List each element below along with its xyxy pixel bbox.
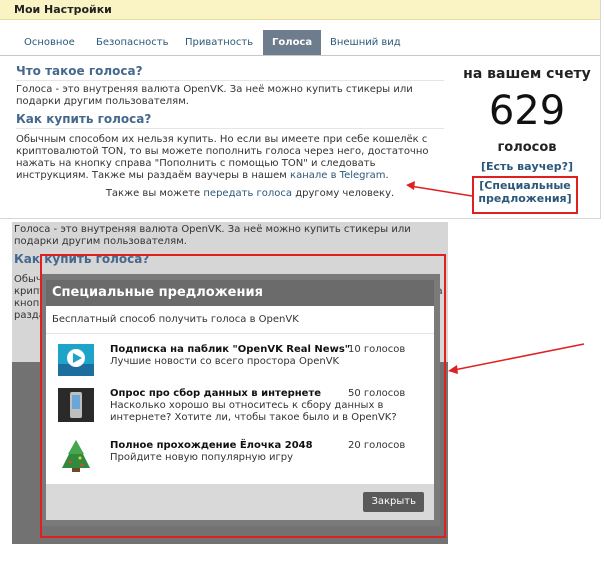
tab-privacy[interactable]: Приватность bbox=[185, 30, 253, 55]
voucher-link[interactable]: [Есть ваучер?] bbox=[452, 160, 602, 173]
how-buy-heading: Как купить голоса? bbox=[16, 112, 152, 126]
telegram-channel-link[interactable]: канале в Telegram bbox=[290, 170, 385, 181]
special-offers-link-line1: [Специальные bbox=[479, 179, 571, 192]
divider bbox=[16, 80, 444, 81]
settings-panel: Мои Настройки Основное Безопасность Прив… bbox=[0, 0, 601, 219]
tab-security[interactable]: Безопасность bbox=[96, 30, 169, 55]
tab-appearance[interactable]: Внешний вид bbox=[330, 30, 401, 55]
modal-highlight bbox=[40, 254, 446, 538]
balance-amount: 629 bbox=[488, 88, 566, 134]
special-offers-link[interactable]: [Специальные предложения] bbox=[472, 179, 578, 205]
tab-main[interactable]: Основное bbox=[24, 30, 75, 55]
divider bbox=[16, 128, 444, 129]
annotation-arrow-right bbox=[448, 343, 585, 374]
transfer-pre: Также вы можете bbox=[105, 188, 201, 199]
transfer-post: другому человеку. bbox=[295, 188, 395, 199]
what-votes-heading: Что такое голоса? bbox=[16, 64, 143, 78]
how-buy-text: Обычным способом их нельзя купить. Но ес… bbox=[16, 134, 448, 182]
special-offers-link-line2: предложения] bbox=[478, 192, 572, 205]
how-buy-text-end: . bbox=[385, 170, 389, 181]
annotation-arrow-top bbox=[406, 181, 473, 197]
balance-title: на вашем счету bbox=[463, 66, 591, 82]
transfer-votes-link[interactable]: передать голоса bbox=[203, 188, 292, 199]
transfer-line: Также вы можете передать голоса другому … bbox=[100, 188, 400, 200]
dimmed-what-text: Голоса - это внутреняя валюта OpenVK. За… bbox=[14, 224, 411, 247]
balance-unit: голосов bbox=[497, 140, 557, 155]
what-votes-text: Голоса - это внутреняя валюта OpenVK. За… bbox=[16, 84, 413, 107]
tab-bar: Основное Безопасность Приватность Голоса… bbox=[0, 30, 600, 56]
dimmed-fragment: Обыч bbox=[14, 274, 42, 285]
tab-votes[interactable]: Голоса bbox=[263, 30, 322, 55]
page-title: Мои Настройки bbox=[0, 0, 600, 20]
